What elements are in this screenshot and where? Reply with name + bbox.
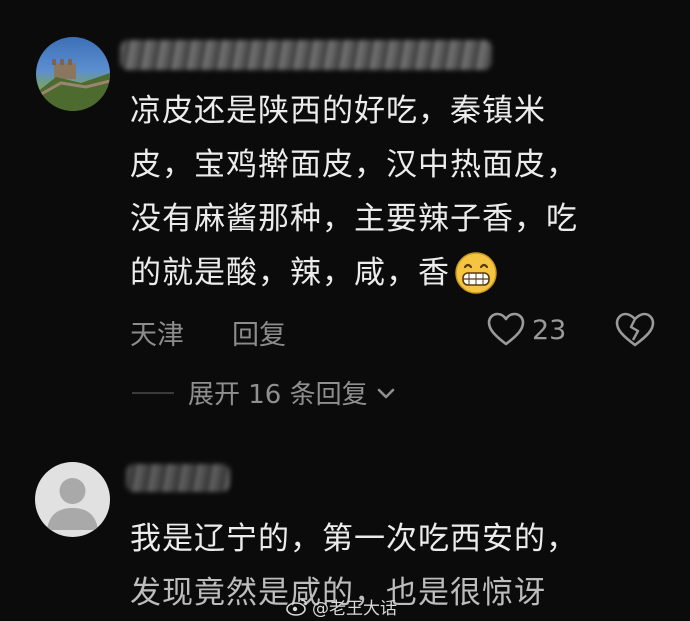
comment-line: 发现竟然是咸的，也是很惊讶 (130, 575, 546, 611)
chevron-down-icon (374, 381, 398, 405)
broken-heart-icon (615, 312, 655, 347)
expand-replies-button[interactable]: 展开 16 条回复 (188, 374, 398, 411)
comment-line: 的就是酸，辣，咸，香 (130, 255, 450, 291)
like-count: 23 (532, 314, 567, 346)
like-button[interactable]: 23 (486, 310, 566, 350)
reply-button[interactable]: 回复 (232, 313, 286, 352)
heart-outline-icon (486, 310, 526, 350)
weibo-watermark: @老王大话 (286, 594, 397, 619)
comment-line: 我是辽宁的，第一次吃西安的， (130, 521, 578, 557)
comment-location: 天津 (130, 320, 184, 351)
comment-line: 皮，宝鸡擀面皮，汉中热面皮， (130, 147, 578, 183)
redacted-username (120, 40, 492, 70)
reply-divider (132, 392, 174, 394)
comment-body: 凉皮还是陕西的好吃，秦镇米 皮，宝鸡擀面皮，汉中热面皮， 没有麻酱那种，主要辣子… (130, 84, 670, 300)
default-user-icon (47, 478, 98, 530)
comment-line: 凉皮还是陕西的好吃，秦镇米 (130, 93, 546, 129)
dislike-button[interactable] (614, 310, 656, 350)
grinning-face-icon (454, 251, 498, 295)
redacted-username (126, 464, 230, 492)
weibo-logo-icon (286, 598, 308, 616)
watermark-text: @老王大话 (312, 599, 397, 619)
commenter-avatar[interactable] (35, 462, 110, 537)
commenter-avatar[interactable] (36, 37, 110, 111)
great-wall-avatar-image (36, 59, 110, 111)
expand-replies-label: 展开 16 条回复 (188, 380, 368, 410)
comment-line: 没有麻酱那种，主要辣子香，吃 (130, 201, 578, 237)
comment-body: 我是辽宁的，第一次吃西安的， 发现竟然是咸的，也是很惊讶 (130, 512, 670, 620)
